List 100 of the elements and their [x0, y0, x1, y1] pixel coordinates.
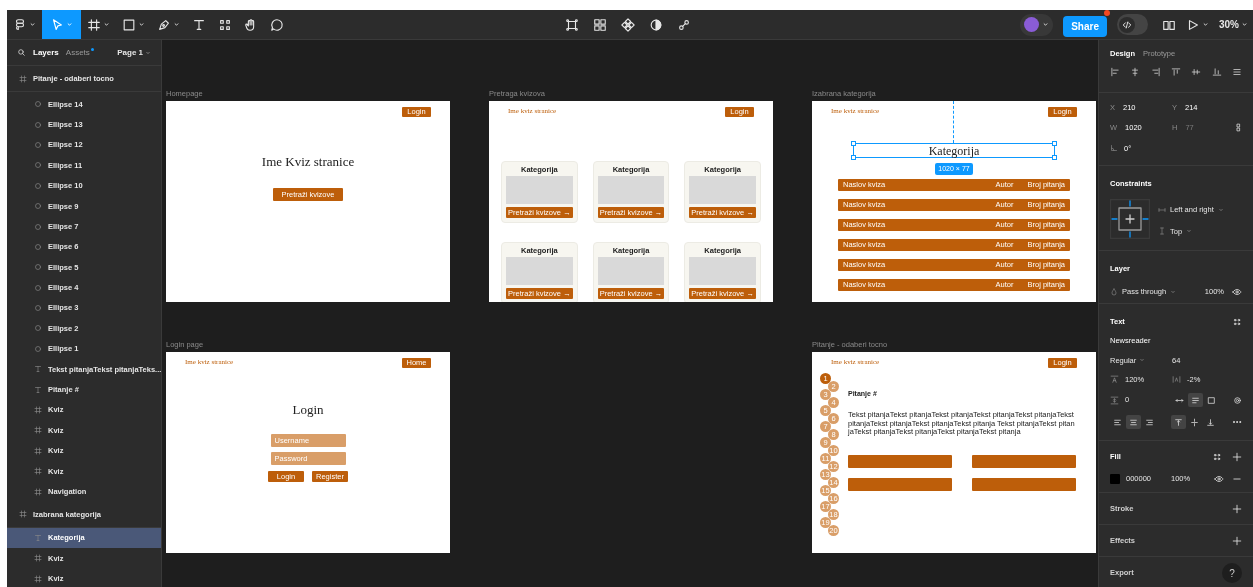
caret-icon — [103, 21, 110, 28]
caret-icon — [1241, 21, 1248, 28]
styles-icon[interactable] — [1212, 451, 1222, 462]
align-button[interactable] — [1110, 67, 1120, 77]
resize-handle[interactable] — [851, 141, 856, 146]
align-button[interactable] — [1150, 67, 1161, 77]
toggle-button[interactable] — [1171, 415, 1186, 429]
align-icon — [1171, 67, 1181, 77]
image-placeholder — [689, 256, 756, 285]
paragraph-spacing-icon — [1110, 395, 1119, 405]
page-menu[interactable]: Page 1 — [117, 46, 151, 59]
guide-line — [953, 101, 954, 143]
color-swatch[interactable] — [1110, 473, 1120, 484]
settings-icon[interactable] — [1233, 395, 1242, 405]
design-frame[interactable] — [489, 101, 773, 302]
avatar-menu[interactable] — [1020, 13, 1054, 36]
frame-icon — [87, 17, 101, 32]
caret-icon — [1042, 21, 1050, 28]
comment-icon — [270, 17, 284, 32]
align-button[interactable] — [1171, 67, 1181, 77]
align-bottom-icon — [1206, 417, 1215, 427]
align-button[interactable] — [1130, 67, 1141, 77]
pen-icon — [157, 17, 171, 32]
ellipse-icon — [34, 161, 42, 170]
answer-button[interactable] — [848, 454, 952, 468]
design-frame[interactable] — [812, 101, 1096, 302]
constraints-diagram-icon[interactable] — [1110, 199, 1150, 240]
cursor-icon — [50, 17, 64, 32]
add-icon[interactable] — [1232, 535, 1242, 546]
align-button[interactable] — [1211, 67, 1222, 77]
align-icon — [1191, 67, 1202, 77]
add-icon[interactable] — [1232, 503, 1242, 514]
design-frame[interactable] — [812, 352, 1096, 553]
ellipse-icon — [34, 140, 42, 149]
answer-button[interactable] — [972, 454, 1076, 468]
caret-icon — [1217, 206, 1224, 213]
fixed-size-icon — [1207, 395, 1216, 405]
styles-icon[interactable] — [1232, 316, 1242, 327]
help-button[interactable]: ? — [1222, 563, 1242, 583]
ellipse-icon — [34, 120, 42, 129]
dev-mode-toggle[interactable] — [1117, 14, 1148, 35]
caret-icon — [145, 49, 151, 56]
link-icon — [676, 17, 691, 32]
frame-icon — [19, 510, 27, 519]
text-layer-icon — [34, 365, 42, 374]
zoom-menu[interactable]: 30% — [1219, 17, 1248, 32]
align-right-icon — [1145, 417, 1154, 427]
ellipse-icon — [34, 202, 42, 211]
search-icon[interactable] — [17, 48, 26, 57]
page-heading: Ime Kviz stranice — [260, 155, 356, 168]
caret-icon — [29, 21, 36, 28]
app-menu-icon — [13, 17, 27, 32]
eye-icon[interactable] — [1232, 286, 1242, 297]
caret-icon — [1170, 288, 1177, 295]
blend-icon — [1110, 287, 1118, 296]
toggle-button[interactable] — [1126, 415, 1141, 429]
frame-selection-button[interactable] — [563, 16, 580, 33]
image-placeholder — [597, 256, 665, 285]
resize-handle[interactable] — [1052, 155, 1057, 160]
grid-button[interactable] — [591, 16, 608, 33]
contrast-icon — [648, 17, 663, 32]
add-icon[interactable] — [1232, 451, 1242, 462]
text-layer-icon — [34, 534, 42, 542]
avatar-icon — [1024, 17, 1040, 32]
code-icon — [1119, 16, 1135, 33]
horizontal-icon — [1158, 205, 1166, 214]
frame-icon — [34, 426, 42, 435]
selected-heading[interactable]: Kategorija — [853, 143, 1055, 158]
image-placeholder — [506, 256, 573, 285]
angle-icon — [1110, 144, 1118, 153]
frame-icon — [34, 467, 42, 476]
caret-icon — [66, 21, 73, 28]
auto-height-icon — [1191, 395, 1200, 405]
components-icon — [218, 17, 232, 32]
align-button[interactable] — [1191, 67, 1202, 77]
ellipse-icon — [34, 181, 42, 190]
answer-button[interactable] — [848, 477, 952, 491]
play-icon — [1186, 17, 1200, 32]
answer-button[interactable] — [972, 477, 1076, 491]
toggle-button[interactable] — [1188, 393, 1203, 407]
align-button[interactable] — [1231, 67, 1242, 77]
resize-handle[interactable] — [1052, 141, 1057, 146]
frame-icon — [34, 406, 42, 415]
ellipse-icon — [34, 263, 42, 272]
constrain-proportions-icon[interactable] — [1234, 123, 1243, 133]
text-layer-icon — [34, 385, 42, 394]
panel-tab[interactable]: Assets — [65, 46, 90, 59]
resize-handle[interactable] — [851, 155, 856, 160]
align-middle-icon — [1190, 417, 1199, 427]
caret-icon — [1139, 357, 1146, 364]
caret-icon — [173, 21, 180, 28]
panel-tab[interactable]: Layers — [33, 46, 59, 59]
present-button[interactable] — [1186, 17, 1209, 32]
page-name: Page 1 — [117, 46, 143, 59]
component-icon — [620, 17, 635, 32]
eye-icon[interactable] — [1214, 473, 1224, 484]
align-icon — [1130, 67, 1141, 77]
component-button[interactable] — [619, 16, 636, 33]
align-icon — [1110, 67, 1120, 77]
page-heading: Login — [291, 403, 325, 416]
